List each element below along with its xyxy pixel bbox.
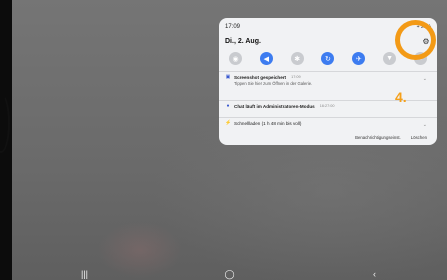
autorotate-toggle-icon[interactable]: ↻ bbox=[321, 52, 335, 65]
home-icon[interactable]: ◯ bbox=[210, 269, 250, 280]
quick-toggles: ◉ ◀ ✱ ↻ ✈ ▼ ● bbox=[229, 52, 427, 65]
panel-footer: Benachrichtigungseinst. Löschen bbox=[355, 135, 427, 140]
bluetooth-toggle-icon[interactable]: ✱ bbox=[290, 52, 304, 65]
screenshot-icon: ▣ bbox=[225, 74, 231, 80]
clear-all-button[interactable]: Löschen bbox=[411, 135, 427, 140]
notification-time: 16:27:00 bbox=[319, 104, 335, 108]
notification-time: 17:09 bbox=[291, 75, 301, 79]
airplane-toggle-icon[interactable]: ✈ bbox=[352, 52, 366, 65]
highlight-circle-annotation bbox=[395, 20, 436, 60]
flashlight-toggle-icon[interactable]: ▼ bbox=[383, 52, 397, 65]
chat-icon: ● bbox=[226, 103, 230, 109]
step-annotation: 4. bbox=[395, 89, 407, 105]
sound-toggle-icon[interactable]: ◀ bbox=[259, 52, 273, 65]
notification-title: Screenshot gespeichert bbox=[234, 74, 287, 80]
charging-icon: ⚡ bbox=[225, 120, 232, 126]
notification-body: Tippen Sie hier zum Öffnen in der Galeri… bbox=[234, 81, 313, 86]
status-time: 17:09 bbox=[225, 24, 241, 30]
wifi-toggle-icon[interactable]: ◉ bbox=[229, 52, 242, 65]
notification-title: Chat läuft im Administratoren-Modus bbox=[234, 103, 315, 109]
chevron-down-icon[interactable]: ⌄ bbox=[423, 122, 427, 128]
navigation-bar: ||| ◯ ‹ bbox=[12, 268, 447, 280]
notification-charging[interactable]: ⚡ Schnellladen (1 h 48 min bis voll) ⌄ bbox=[225, 118, 431, 128]
notification-settings-link[interactable]: Benachrichtigungseinst. bbox=[355, 135, 401, 140]
recent-apps-icon[interactable]: ||| bbox=[65, 269, 105, 279]
chevron-down-icon[interactable]: ⌄ bbox=[423, 76, 427, 82]
date-label: Di., 2. Aug. bbox=[225, 37, 261, 45]
notification-title: Schnellladen (1 h 48 min bis voll) bbox=[234, 120, 302, 126]
back-icon[interactable]: ‹ bbox=[355, 269, 395, 279]
